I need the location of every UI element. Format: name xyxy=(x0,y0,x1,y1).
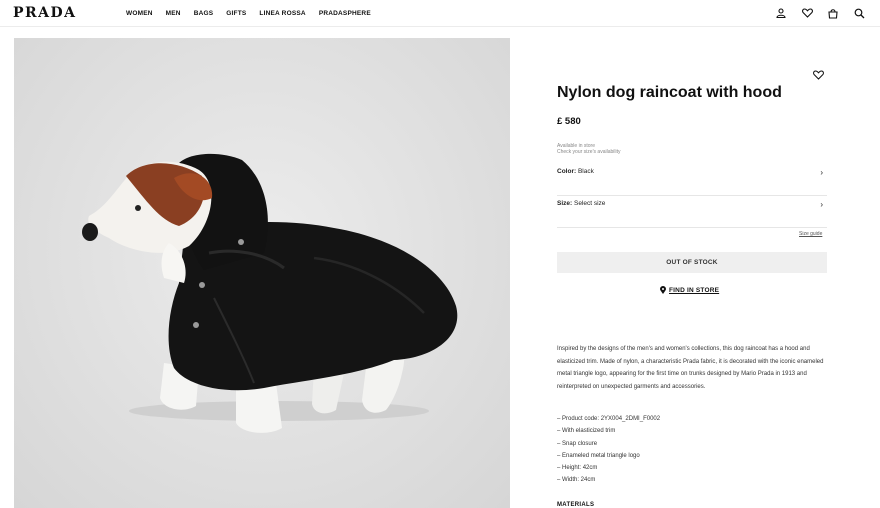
product-price: £ 580 xyxy=(557,116,581,127)
heart-icon[interactable] xyxy=(800,6,814,20)
product-title: Nylon dog raincoat with hood xyxy=(557,84,782,101)
product-description: Inspired by the designs of the men's and… xyxy=(557,346,824,390)
nav-item-women[interactable]: WOMEN xyxy=(126,10,153,17)
location-pin-icon xyxy=(660,286,666,294)
out-of-stock-button[interactable]: OUT OF STOCK xyxy=(557,252,827,273)
color-label: Color: xyxy=(557,168,577,175)
nav-item-bags[interactable]: BAGS xyxy=(194,10,214,17)
spec-item: Snap closure xyxy=(557,438,827,450)
shopping-bag-icon[interactable] xyxy=(826,6,840,20)
nav-item-pradasphere[interactable]: PRADASPHERE xyxy=(319,10,371,17)
user-icon[interactable] xyxy=(774,6,788,20)
product-specs-list: Product code: 2YX004_2DMI_F0002 With ela… xyxy=(557,413,827,487)
nav-item-linea-rossa[interactable]: LINEA ROSSA xyxy=(259,10,305,17)
availability-check-link[interactable]: Check your size's availability xyxy=(557,149,620,155)
size-guide-link[interactable]: Size guide xyxy=(799,231,822,237)
product-image[interactable] xyxy=(14,38,510,508)
main-nav: WOMEN MEN BAGS GIFTS LINEA ROSSA PRADASP… xyxy=(126,10,384,17)
prada-logo[interactable]: PRADA xyxy=(13,5,77,21)
nav-item-gifts[interactable]: GIFTS xyxy=(226,10,246,17)
availability-info: Available in store Check your size's ava… xyxy=(557,143,620,155)
dog-raincoat-photo xyxy=(82,153,458,433)
header-icons xyxy=(774,6,866,20)
materials-heading[interactable]: MATERIALS xyxy=(557,502,594,508)
color-label-group: Color: Black xyxy=(557,168,594,175)
site-header: PRADA WOMEN MEN BAGS GIFTS LINEA ROSSA P… xyxy=(0,0,880,27)
find-in-store-label: FIND IN STORE xyxy=(669,286,720,294)
spec-item: Enameled metal triangle logo xyxy=(557,450,827,462)
spec-item: With elasticized trim xyxy=(557,425,827,437)
color-selector[interactable]: Color: Black › xyxy=(557,168,827,196)
wishlist-heart-icon[interactable] xyxy=(813,67,825,80)
size-value: Select size xyxy=(573,200,606,207)
size-label: Size: xyxy=(557,200,573,207)
size-selector[interactable]: Size: Select size › xyxy=(557,200,827,228)
spec-item: Height: 42cm xyxy=(557,462,827,474)
size-label-group: Size: Select size xyxy=(557,200,605,207)
nav-item-men[interactable]: MEN xyxy=(166,10,181,17)
search-icon[interactable] xyxy=(852,6,866,20)
find-in-store-link[interactable]: FIND IN STORE xyxy=(660,286,719,294)
spec-item: Width: 24cm xyxy=(557,474,827,486)
chevron-right-icon: › xyxy=(820,168,823,177)
chevron-right-icon: › xyxy=(820,200,823,209)
color-value: Black xyxy=(577,168,594,175)
spec-item: Product code: 2YX004_2DMI_F0002 xyxy=(557,413,827,425)
